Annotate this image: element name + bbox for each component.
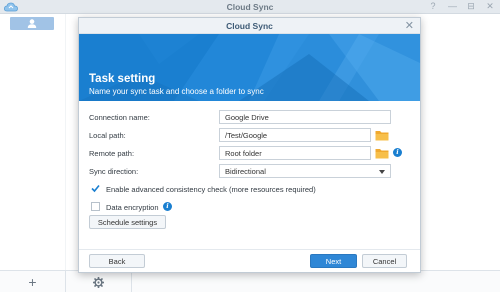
local-folder-button[interactable]	[375, 129, 389, 141]
sync-direction-label: Sync direction:	[89, 167, 139, 176]
cancel-button[interactable]: Cancel	[362, 254, 407, 268]
sidebar-bottom-bar: +	[0, 270, 500, 292]
add-button[interactable]: +	[0, 271, 66, 292]
back-button[interactable]: Back	[89, 254, 145, 268]
task-setting-dialog: Cloud Sync ✕ Task setting Name your sync…	[78, 17, 421, 273]
remote-path-input[interactable]: Root folder	[219, 146, 371, 160]
banner-title: Task setting	[89, 73, 156, 85]
consistency-checkbox[interactable]	[91, 184, 100, 193]
folder-icon	[375, 131, 389, 141]
next-button[interactable]: Next	[310, 254, 357, 268]
dialog-banner: Task setting Name your sync task and cho…	[79, 34, 420, 101]
close-window-icon[interactable]: ✕	[486, 1, 494, 12]
app-titlebar: Cloud Sync ? — ⊟ ✕	[0, 0, 500, 14]
chevron-down-icon	[379, 170, 385, 174]
window-controls: ? — ⊟ ✕	[429, 1, 494, 12]
banner-subtitle: Name your sync task and choose a folder …	[89, 87, 264, 96]
connection-name-label: Connection name:	[89, 113, 150, 122]
app-title: Cloud Sync	[226, 2, 274, 12]
remote-path-label: Remote path:	[89, 149, 135, 158]
settings-button[interactable]	[66, 271, 132, 292]
folder-icon	[375, 149, 389, 159]
encryption-info-icon[interactable]: i	[163, 202, 172, 211]
remote-path-info-icon[interactable]: i	[393, 148, 402, 157]
maximize-icon[interactable]: ⊟	[467, 1, 475, 12]
dialog-title: Cloud Sync	[226, 21, 273, 31]
local-path-label: Local path:	[89, 131, 126, 140]
close-icon[interactable]: ✕	[405, 19, 414, 32]
connection-name-input[interactable]: Google Drive	[219, 110, 391, 124]
consistency-label: Enable advanced consistency check (more …	[106, 185, 316, 194]
sync-direction-value: Bidirectional	[225, 167, 266, 176]
dialog-footer-divider	[79, 249, 420, 250]
gear-icon	[93, 276, 104, 288]
sync-direction-select[interactable]: Bidirectional	[219, 164, 391, 178]
remote-folder-button[interactable]	[375, 147, 389, 159]
checkmark-icon	[91, 184, 100, 193]
encryption-checkbox[interactable]	[91, 202, 100, 211]
minimize-icon[interactable]: —	[448, 1, 457, 12]
local-path-input[interactable]: /Test/Google	[219, 128, 371, 142]
dialog-titlebar: Cloud Sync ✕	[79, 18, 420, 34]
schedule-settings-button[interactable]: Schedule settings	[89, 215, 166, 229]
help-icon[interactable]: ?	[429, 1, 437, 12]
encryption-label: Data encryption	[106, 203, 159, 212]
